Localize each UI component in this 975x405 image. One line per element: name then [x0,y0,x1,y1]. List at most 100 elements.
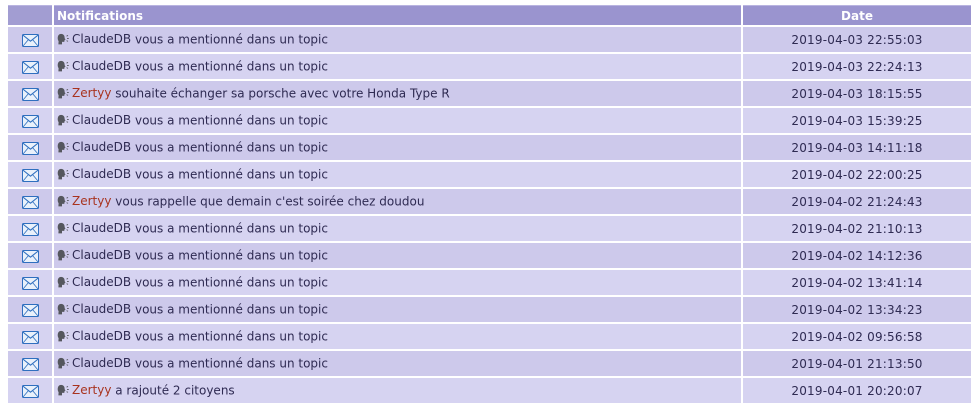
notification-message: vous a mentionné dans un topic [131,356,328,371]
table-row[interactable]: ClaudeDB vous a mentionné dans un topic … [8,243,971,268]
notification-user[interactable]: ClaudeDB [72,32,131,46]
table-row[interactable]: ClaudeDB vous a mentionné dans un topic … [8,324,971,349]
envelope-icon[interactable] [21,384,39,398]
envelope-cell[interactable] [8,54,52,79]
table-row[interactable]: ClaudeDB vous a mentionné dans un topic … [8,54,971,79]
envelope-cell[interactable] [8,162,52,187]
speaking-head-icon [57,303,69,315]
notification-user[interactable]: ClaudeDB [72,248,131,262]
table-row[interactable]: ClaudeDB vous a mentionné dans un topic … [8,108,971,133]
envelope-cell[interactable] [8,243,52,268]
envelope-cell[interactable] [8,270,52,295]
envelope-cell[interactable] [8,135,52,160]
header-date: Date [743,5,971,25]
table-row[interactable]: ClaudeDB vous a mentionné dans un topic … [8,216,971,241]
envelope-cell[interactable] [8,324,52,349]
notification-text-cell[interactable]: ClaudeDB vous a mentionné dans un topic [54,297,741,322]
notification-text-cell[interactable]: Zertyy a rajouté 2 citoyens [54,378,741,403]
table-row[interactable]: ClaudeDB vous a mentionné dans un topic … [8,27,971,52]
table-header-row: Notifications Date [8,5,971,25]
notification-user[interactable]: ClaudeDB [72,140,131,154]
envelope-cell[interactable] [8,108,52,133]
speaking-head-icon [57,141,69,153]
speaking-head-icon [57,249,69,261]
table-row[interactable]: Zertyy a rajouté 2 citoyens 2019-04-01 2… [8,378,971,403]
envelope-cell[interactable] [8,216,52,241]
notification-message: vous a mentionné dans un topic [131,59,328,74]
notification-date: 2019-04-02 09:56:58 [743,324,971,349]
notification-text-cell[interactable]: ClaudeDB vous a mentionné dans un topic [54,351,741,376]
speaking-head-icon [57,114,69,126]
notification-date: 2019-04-02 21:10:13 [743,216,971,241]
notification-user[interactable]: Zertyy [72,383,111,397]
notification-user[interactable]: Zertyy [72,194,111,208]
table-row[interactable]: Zertyy souhaite échanger sa porsche avec… [8,81,971,106]
notification-text-cell[interactable]: ClaudeDB vous a mentionné dans un topic [54,243,741,268]
speaking-head-icon [57,168,69,180]
notification-text-cell[interactable]: ClaudeDB vous a mentionné dans un topic [54,108,741,133]
notification-message: vous a mentionné dans un topic [131,221,328,236]
envelope-icon[interactable] [21,87,39,101]
envelope-icon[interactable] [21,222,39,236]
envelope-cell[interactable] [8,378,52,403]
notification-user[interactable]: ClaudeDB [72,356,131,370]
envelope-icon[interactable] [21,195,39,209]
speaking-head-icon [57,384,69,396]
notification-message: a rajouté 2 citoyens [111,383,235,398]
envelope-icon[interactable] [21,114,39,128]
envelope-icon[interactable] [21,60,39,74]
notification-user[interactable]: ClaudeDB [72,329,131,343]
envelope-icon[interactable] [21,330,39,344]
notification-text-cell[interactable]: ClaudeDB vous a mentionné dans un topic [54,54,741,79]
notification-text-cell[interactable]: ClaudeDB vous a mentionné dans un topic [54,216,741,241]
notification-date: 2019-04-02 14:12:36 [743,243,971,268]
table-row[interactable]: ClaudeDB vous a mentionné dans un topic … [8,162,971,187]
envelope-icon[interactable] [21,249,39,263]
notification-text-cell[interactable]: Zertyy souhaite échanger sa porsche avec… [54,81,741,106]
envelope-cell[interactable] [8,351,52,376]
notification-text-cell[interactable]: ClaudeDB vous a mentionné dans un topic [54,162,741,187]
envelope-icon[interactable] [21,33,39,47]
envelope-icon[interactable] [21,141,39,155]
notification-user[interactable]: ClaudeDB [72,302,131,316]
notification-user[interactable]: ClaudeDB [72,167,131,181]
speaking-head-icon [57,330,69,342]
envelope-cell[interactable] [8,297,52,322]
header-icon-column [8,5,52,25]
notification-date: 2019-04-03 18:15:55 [743,81,971,106]
speaking-head-icon [57,222,69,234]
notification-message: vous a mentionné dans un topic [131,32,328,47]
table-row[interactable]: ClaudeDB vous a mentionné dans un topic … [8,297,971,322]
header-notifications: Notifications [54,5,741,25]
notification-message: vous a mentionné dans un topic [131,302,328,317]
notification-message: vous a mentionné dans un topic [131,113,328,128]
notification-message: souhaite échanger sa porsche avec votre … [111,86,450,101]
table-row[interactable]: Zertyy vous rappelle que demain c'est so… [8,189,971,214]
envelope-cell[interactable] [8,81,52,106]
envelope-cell[interactable] [8,27,52,52]
notification-user[interactable]: ClaudeDB [72,275,131,289]
table-row[interactable]: ClaudeDB vous a mentionné dans un topic … [8,135,971,160]
notification-message: vous a mentionné dans un topic [131,248,328,263]
notification-date: 2019-04-03 14:11:18 [743,135,971,160]
table-row[interactable]: ClaudeDB vous a mentionné dans un topic … [8,270,971,295]
envelope-icon[interactable] [21,303,39,317]
notification-text-cell[interactable]: ClaudeDB vous a mentionné dans un topic [54,27,741,52]
envelope-cell[interactable] [8,189,52,214]
notification-message: vous a mentionné dans un topic [131,140,328,155]
notification-user[interactable]: ClaudeDB [72,59,131,73]
envelope-icon[interactable] [21,357,39,371]
notification-text-cell[interactable]: Zertyy vous rappelle que demain c'est so… [54,189,741,214]
notification-text-cell[interactable]: ClaudeDB vous a mentionné dans un topic [54,270,741,295]
notification-text-cell[interactable]: ClaudeDB vous a mentionné dans un topic [54,324,741,349]
table-row[interactable]: ClaudeDB vous a mentionné dans un topic … [8,351,971,376]
notification-text-cell[interactable]: ClaudeDB vous a mentionné dans un topic [54,135,741,160]
envelope-icon[interactable] [21,168,39,182]
notification-date: 2019-04-02 21:24:43 [743,189,971,214]
notification-date: 2019-04-01 21:13:50 [743,351,971,376]
notification-date: 2019-04-03 22:24:13 [743,54,971,79]
notification-user[interactable]: Zertyy [72,86,111,100]
envelope-icon[interactable] [21,276,39,290]
notification-user[interactable]: ClaudeDB [72,113,131,127]
notification-user[interactable]: ClaudeDB [72,221,131,235]
